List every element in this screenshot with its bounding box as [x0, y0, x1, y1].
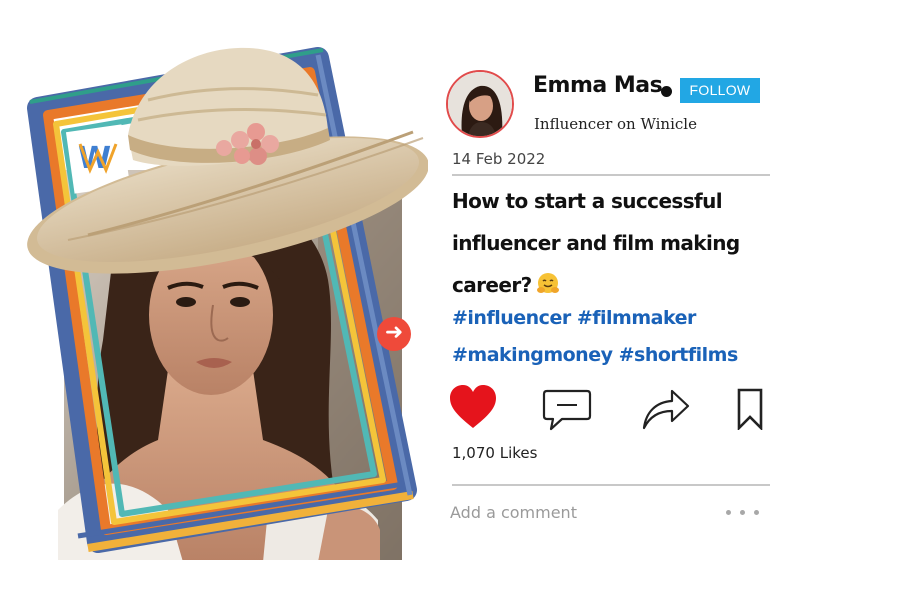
separator-dot — [661, 86, 672, 97]
divider — [452, 174, 770, 176]
follow-button[interactable]: FOLLOW — [680, 78, 760, 103]
comment-input[interactable] — [448, 499, 702, 525]
comment-button[interactable] — [542, 388, 592, 436]
dot — [740, 510, 745, 515]
bookmark-icon — [737, 388, 763, 432]
save-button[interactable] — [736, 388, 764, 434]
hugging-face-emoji — [536, 273, 559, 293]
dot — [726, 510, 731, 515]
post-image[interactable]: W ➜ — [18, 40, 428, 560]
hashtag-filmmaker[interactable]: #filmmaker — [577, 307, 697, 329]
user-subtitle: Influencer on Winicle — [534, 115, 697, 133]
hashtag-shortfilms[interactable]: #shortfilms — [619, 344, 739, 366]
share-arrow-icon — [642, 389, 690, 430]
avatar-image — [448, 72, 512, 136]
hashtag-makingmoney[interactable]: #makingmoney — [452, 344, 613, 366]
hashtag-influencer[interactable]: #influencer — [452, 307, 571, 329]
more-dots-icon[interactable] — [722, 504, 764, 522]
divider — [452, 484, 770, 486]
post-date: 14 Feb 2022 — [452, 150, 546, 168]
comment-bubble-icon — [542, 389, 592, 431]
hashtag-list: #influencer #filmmaker #makingmoney #sho… — [452, 300, 782, 374]
likes-count: 1,070 Likes — [452, 444, 538, 462]
heart-icon — [450, 385, 496, 428]
post-title-text: How to start a successful influencer and… — [452, 189, 740, 297]
share-button[interactable] — [642, 388, 690, 436]
framed-portrait-illustration: W — [27, 47, 428, 560]
action-bar — [446, 384, 776, 434]
like-button[interactable] — [448, 384, 498, 434]
dot — [754, 510, 759, 515]
post-card: W ➜ Emma Mas FOLLOW Influencer on Winicl… — [0, 0, 900, 600]
user-name[interactable]: Emma Mas — [533, 73, 663, 98]
post-title: How to start a successful influencer and… — [452, 180, 772, 306]
next-image-button[interactable]: ➜ — [377, 317, 411, 351]
avatar[interactable] — [446, 70, 514, 138]
